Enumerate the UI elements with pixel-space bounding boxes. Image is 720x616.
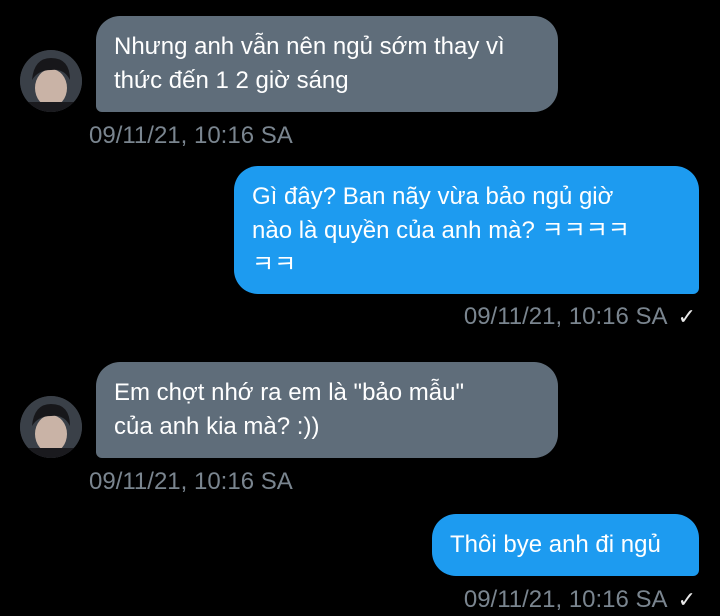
contact-avatar[interactable]	[20, 50, 82, 112]
message-bubble-outgoing[interactable]: Gì đây? Ban nãy vừa bảo ngủ giờ nào là q…	[234, 166, 699, 294]
message-timestamp: 09/11/21, 10:16 SA	[463, 303, 668, 330]
avatar-photo	[20, 396, 82, 458]
checkmark-icon: ✓	[677, 587, 696, 612]
message-timestamp: 09/11/21, 10:16 SA	[89, 468, 293, 495]
contact-avatar[interactable]	[20, 396, 82, 458]
message-timestamp: 09/11/21, 10:16 SA	[463, 586, 668, 613]
message-bubble-outgoing[interactable]: Thôi bye anh đi ngủ	[432, 514, 699, 576]
message-timestamp: 09/11/21, 10:16 SA	[89, 122, 293, 149]
chat-thread: Nhưng anh vẫn nên ngủ sớm thay vì thức đ…	[0, 0, 720, 616]
message-meta: 09/11/21, 10:16 SA ✓	[464, 302, 696, 332]
checkmark-icon: ✓	[677, 304, 696, 329]
message-meta: 09/11/21, 10:16 SA ✓	[464, 585, 696, 615]
message-bubble-incoming[interactable]: Nhưng anh vẫn nên ngủ sớm thay vì thức đ…	[96, 16, 558, 112]
message-bubble-incoming[interactable]: Em chợt nhớ ra em là "bảo mẫu" của anh k…	[96, 362, 558, 458]
avatar-photo	[20, 50, 82, 112]
